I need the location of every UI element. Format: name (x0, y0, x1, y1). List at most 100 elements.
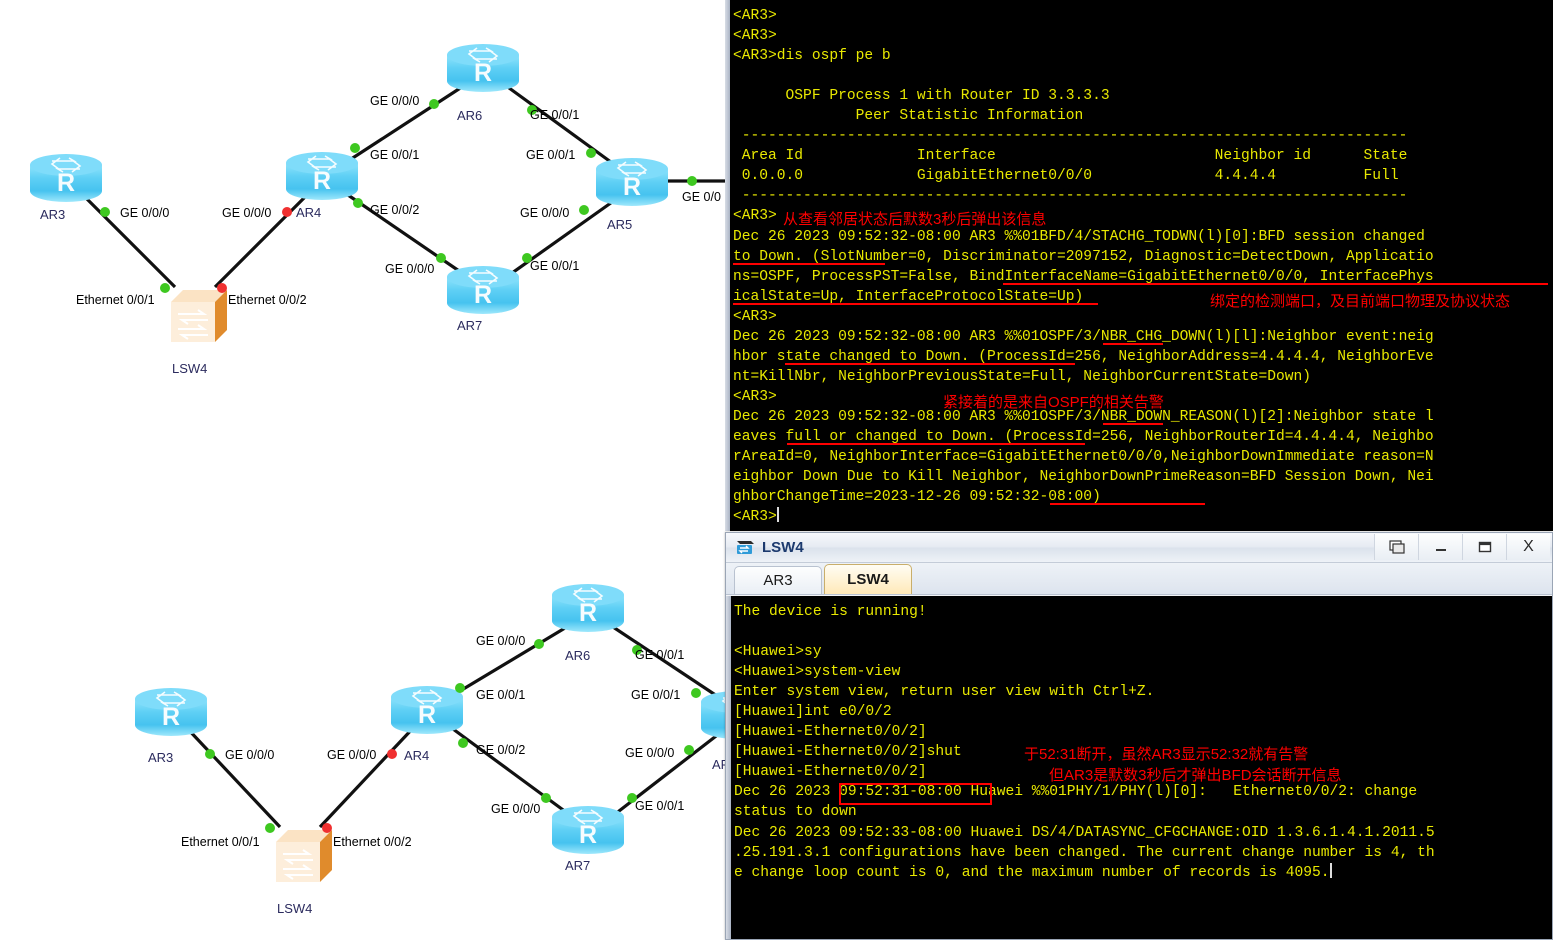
node-label-AR5: AR5 (607, 217, 633, 232)
lsw4-tabbar[interactable]: AR3 LSW4 (726, 563, 1552, 595)
interface-label: GE 0/0/0 (225, 748, 275, 762)
interface-status-dot[interactable] (684, 745, 694, 755)
restore-button[interactable] (1374, 534, 1418, 560)
interface-label: GE 0/0/0 (476, 634, 526, 648)
interface-status-dot[interactable] (429, 99, 439, 109)
interface-label: Ethernet 0/0/2 (333, 835, 412, 849)
router-icon-AR7[interactable]: R (552, 806, 624, 854)
interface-label: Ethernet 0/0/2 (228, 293, 307, 307)
interface-status-dot[interactable] (458, 738, 468, 748)
router-icon-AR4[interactable]: R (286, 152, 358, 200)
svg-text:R: R (623, 173, 641, 201)
interface-status-dot[interactable] (350, 143, 360, 153)
interface-label: GE 0/0/1 (370, 148, 420, 162)
terminal-cursor (776, 507, 779, 523)
switch-icon-LSW4[interactable] (276, 830, 332, 882)
topology-link[interactable] (318, 724, 417, 829)
tab-ar3[interactable]: AR3 (734, 566, 822, 594)
ar3-terminal-output[interactable]: <AR3> <AR3> <AR3>dis ospf pe b OSPF Proces… (733, 6, 1434, 527)
interface-label: Ethernet 0/0/1 (181, 835, 260, 849)
ar3-terminal-window[interactable]: <AR3> <AR3> <AR3>dis ospf pe b OSPF Proces… (725, 0, 1553, 531)
red-underline (1103, 343, 1163, 345)
terminal-line: eighbor Down Due to Kill Neighbor, Neigh… (733, 469, 1434, 486)
terminal-line: <AR3> (733, 8, 777, 24)
minimize-button[interactable] (1418, 534, 1462, 560)
red-underline (733, 263, 885, 265)
terminal-line: status to down (734, 804, 857, 821)
interface-label: GE 0/0/1 (476, 688, 526, 702)
interface-status-dot[interactable] (436, 253, 446, 263)
terminal-line: Area Id Interface Neighbor id State (733, 148, 1408, 165)
terminal-line: .25.191.3.1 configurations have been cha… (734, 844, 1435, 861)
window-buttons[interactable]: X (1374, 534, 1550, 561)
topology-top-canvas[interactable]: R R R R R AR3 AR4 AR6 AR5 AR7 LSW4 GE 0/0/0 GE 0/0/… (0, 0, 725, 530)
node-label-AR6: AR6 (457, 108, 483, 123)
interface-status-dot[interactable] (691, 688, 701, 698)
terminal-line: <AR3> (733, 507, 779, 526)
svg-text:R: R (579, 599, 597, 627)
interface-label: GE 0/0/2 (476, 743, 526, 757)
router-icon-AR6[interactable]: R (552, 584, 624, 632)
node-label-AR6: AR6 (565, 648, 591, 663)
terminal-line: [Huawei]int e0/0/2 (734, 704, 892, 721)
terminal-line: <Huawei>sy (734, 644, 822, 661)
interface-label: GE 0/0/0 (385, 262, 435, 276)
close-button[interactable]: X (1506, 534, 1550, 560)
interface-status-dot[interactable] (541, 793, 551, 803)
interface-status-dot[interactable] (265, 823, 275, 833)
interface-status-dot[interactable] (282, 207, 292, 217)
terminal-left-edge (725, 0, 730, 531)
interface-status-dot[interactable] (534, 639, 544, 649)
red-underline (733, 303, 1098, 305)
interface-status-dot[interactable] (322, 823, 332, 833)
switch-icon-LSW4[interactable] (171, 290, 227, 342)
svg-text:R: R (313, 167, 331, 195)
terminal-line: Dec 26 2023 09:52:32-08:00 AR3 %%01OSPF/… (733, 328, 1434, 345)
terminal-line: Dec 26 2023 09:52:33-08:00 Huawei DS/4/D… (734, 824, 1435, 841)
interface-status-dot[interactable] (217, 283, 227, 293)
router-icon-AR4[interactable]: R (391, 686, 463, 734)
router-icon-AR3[interactable]: R (30, 154, 102, 202)
lsw4-window[interactable]: LSW4 X AR3 LSW4 The device is running! <… (725, 532, 1553, 940)
node-label-AR3: AR3 (40, 207, 66, 222)
interface-status-dot[interactable] (387, 749, 397, 759)
terminal-line: nt=KillNbr, NeighborPreviousState=Full, … (733, 368, 1312, 385)
red-annotation: 于52:31断开，虽然AR3显示52:32就有告警 (1024, 746, 1309, 763)
interface-label: GE 0/0/0 (520, 206, 570, 220)
topology-bottom-canvas[interactable]: RRRRR AR3AR4AR6AR5AR7LSW4GE 0/0/0GE 0/0/… (0, 530, 737, 940)
interface-label: GE 0/0/0 (491, 802, 541, 816)
topology-link[interactable] (183, 724, 282, 829)
switch-icon (734, 538, 760, 558)
interface-status-dot[interactable] (687, 176, 697, 186)
interface-status-dot[interactable] (205, 749, 215, 759)
terminal-line: OSPF Process 1 with Router ID 3.3.3.3 (733, 88, 1110, 105)
lsw4-titlebar[interactable]: LSW4 X (726, 533, 1552, 563)
svg-text:R: R (474, 281, 492, 309)
interface-status-dot[interactable] (455, 683, 465, 693)
terminal-line: [Huawei-Ethernet0/0/2] (734, 724, 927, 741)
red-annotation: 从查看邻居状态后默数3秒后弹出该信息 (783, 211, 1047, 228)
interface-status-dot[interactable] (586, 148, 596, 158)
interface-status-dot[interactable] (160, 283, 170, 293)
node-label-AR7: AR7 (565, 858, 591, 873)
interface-label: GE 0/0/2 (370, 203, 420, 217)
interface-status-dot[interactable] (579, 205, 589, 215)
router-icon-AR5[interactable]: R (596, 158, 668, 206)
router-icon-AR7[interactable]: R (447, 266, 519, 314)
terminal-line: <AR3> (733, 28, 777, 45)
router-icon-AR6[interactable]: R (447, 44, 519, 92)
terminal-line: Dec 26 2023 09:52:32-08:00 AR3 %%01BFD/4… (733, 228, 1425, 245)
router-icon-AR5[interactable]: R (701, 691, 725, 739)
maximize-button[interactable] (1462, 534, 1506, 560)
interface-label: Ethernet 0/0/1 (76, 293, 155, 307)
svg-text:R: R (579, 821, 597, 849)
red-highlight-box (839, 783, 992, 805)
interface-status-dot[interactable] (353, 198, 363, 208)
svg-text:R: R (57, 169, 75, 197)
tab-lsw4[interactable]: LSW4 (824, 564, 912, 594)
interface-status-dot[interactable] (100, 207, 110, 217)
interface-label: GE 0/0/1 (631, 688, 681, 702)
svg-text:R: R (162, 703, 180, 731)
router-icon-AR3[interactable]: R (135, 688, 207, 736)
